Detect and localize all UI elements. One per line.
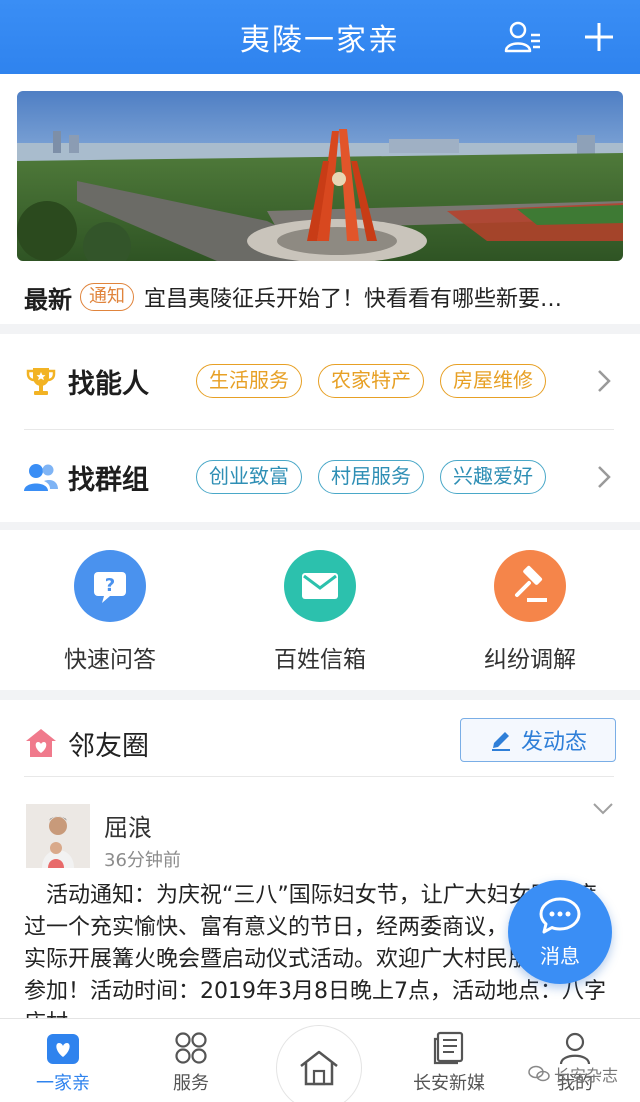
group-chip-list: 创业致富 村居服务 兴趣爱好 (180, 460, 600, 494)
news-icon (433, 1031, 464, 1065)
find-section: 找能人 生活服务 农家特产 房屋维修 找群组 创业致富 村居服务 兴趣爱好 (0, 334, 640, 522)
group-icon (24, 460, 58, 494)
pen-icon (491, 732, 510, 751)
mediation-label: 纠纷调解 (484, 647, 576, 673)
app-title: 夷陵一家亲 (240, 23, 400, 58)
latest-label: 最新 (24, 285, 72, 314)
top-bar: 夷陵一家亲 (0, 0, 640, 74)
mailbox-label: 百姓信箱 (274, 647, 366, 673)
find-groups-row: 找群组 创业致富 村居服务 兴趣爱好 (24, 442, 624, 512)
question-icon: ? (74, 550, 146, 622)
mail-icon (284, 550, 356, 622)
banner-section: 最新 通知 宜昌夷陵征兵开始了！快看看有哪些新要… (0, 74, 640, 324)
notice-badge: 通知 (80, 283, 134, 311)
gavel-icon (494, 550, 566, 622)
divider (24, 429, 614, 430)
watermark: 长安杂志 (528, 1062, 618, 1086)
chevron-right-icon[interactable] (594, 464, 614, 490)
post-time: 36分钟前 (104, 850, 181, 871)
contacts-icon (504, 21, 540, 53)
chevron-right-icon[interactable] (594, 368, 614, 394)
feed-header: 邻友圈 发动态 (24, 718, 616, 768)
add-button[interactable] (576, 14, 622, 60)
chip-farm-products[interactable]: 农家特产 (318, 364, 424, 398)
quick-qa-button[interactable]: ? 快速问答 (30, 550, 190, 674)
quick-qa-label: 快速问答 (64, 647, 156, 673)
chip-hobbies[interactable]: 兴趣爱好 (440, 460, 546, 494)
home-button[interactable] (276, 1025, 362, 1102)
tab-label: 服务 (173, 1073, 209, 1094)
plus-icon (585, 23, 613, 51)
city-sculpture-photo (17, 91, 623, 261)
post-update-label: 发动态 (520, 730, 587, 755)
home-icon (300, 1050, 338, 1086)
trophy-icon (24, 364, 58, 398)
wechat-icon (528, 1065, 550, 1082)
chevron-down-icon[interactable] (592, 802, 614, 816)
tab-home-family[interactable]: 一家亲 (8, 1029, 118, 1095)
banner-image[interactable] (17, 91, 623, 261)
chip-life-services[interactable]: 生活服务 (196, 364, 302, 398)
post-author[interactable]: 屈浪 (104, 808, 152, 843)
home-heart-icon (26, 729, 56, 757)
find-people-label[interactable]: 找能人 (68, 362, 180, 401)
avatar[interactable] (26, 804, 90, 868)
svg-text:?: ? (105, 575, 115, 596)
tab-label: 长安新媒 (413, 1073, 485, 1094)
mailbox-button[interactable]: 百姓信箱 (240, 550, 400, 674)
person-icon (559, 1032, 591, 1065)
divider (24, 776, 614, 777)
quick-actions: ? 快速问答 百姓信箱 纠纷调解 (0, 530, 640, 690)
app-screen: 夷陵一家亲 最新 通知 宜昌夷陵征兵开始了！快看看有哪些新要… 找能人 生活服务… (0, 0, 640, 1102)
bottom-tab-bar: 一家亲 服务 长安新媒 我的 (0, 1018, 640, 1102)
find-people-row: 找能人 生活服务 农家特产 房屋维修 (24, 346, 624, 416)
mediation-button[interactable]: 纠纷调解 (450, 550, 610, 674)
latest-news-row[interactable]: 最新 通知 宜昌夷陵征兵开始了！快看看有哪些新要… (24, 277, 624, 317)
news-headline[interactable]: 宜昌夷陵征兵开始了！快看看有哪些新要… (144, 281, 624, 313)
feed-title: 邻友圈 (68, 730, 149, 762)
tab-changan-media[interactable]: 长安新媒 (394, 1029, 504, 1095)
post-update-button[interactable]: 发动态 (460, 718, 616, 762)
chip-entrepreneurship[interactable]: 创业致富 (196, 460, 302, 494)
find-groups-label[interactable]: 找群组 (68, 458, 180, 497)
contacts-button[interactable] (500, 14, 546, 60)
tab-label: 一家亲 (36, 1073, 90, 1094)
message-label: 消息 (540, 943, 580, 968)
chip-village-services[interactable]: 村居服务 (318, 460, 424, 494)
chip-house-repair[interactable]: 房屋维修 (440, 364, 546, 398)
grid-icon (175, 1032, 207, 1064)
chat-icon (539, 897, 581, 933)
people-chip-list: 生活服务 农家特产 房屋维修 (180, 364, 600, 398)
watermark-text: 长安杂志 (554, 1066, 619, 1085)
heart-chat-icon (47, 1034, 79, 1064)
message-fab[interactable]: 消息 (508, 880, 612, 984)
tab-services[interactable]: 服务 (136, 1029, 246, 1095)
